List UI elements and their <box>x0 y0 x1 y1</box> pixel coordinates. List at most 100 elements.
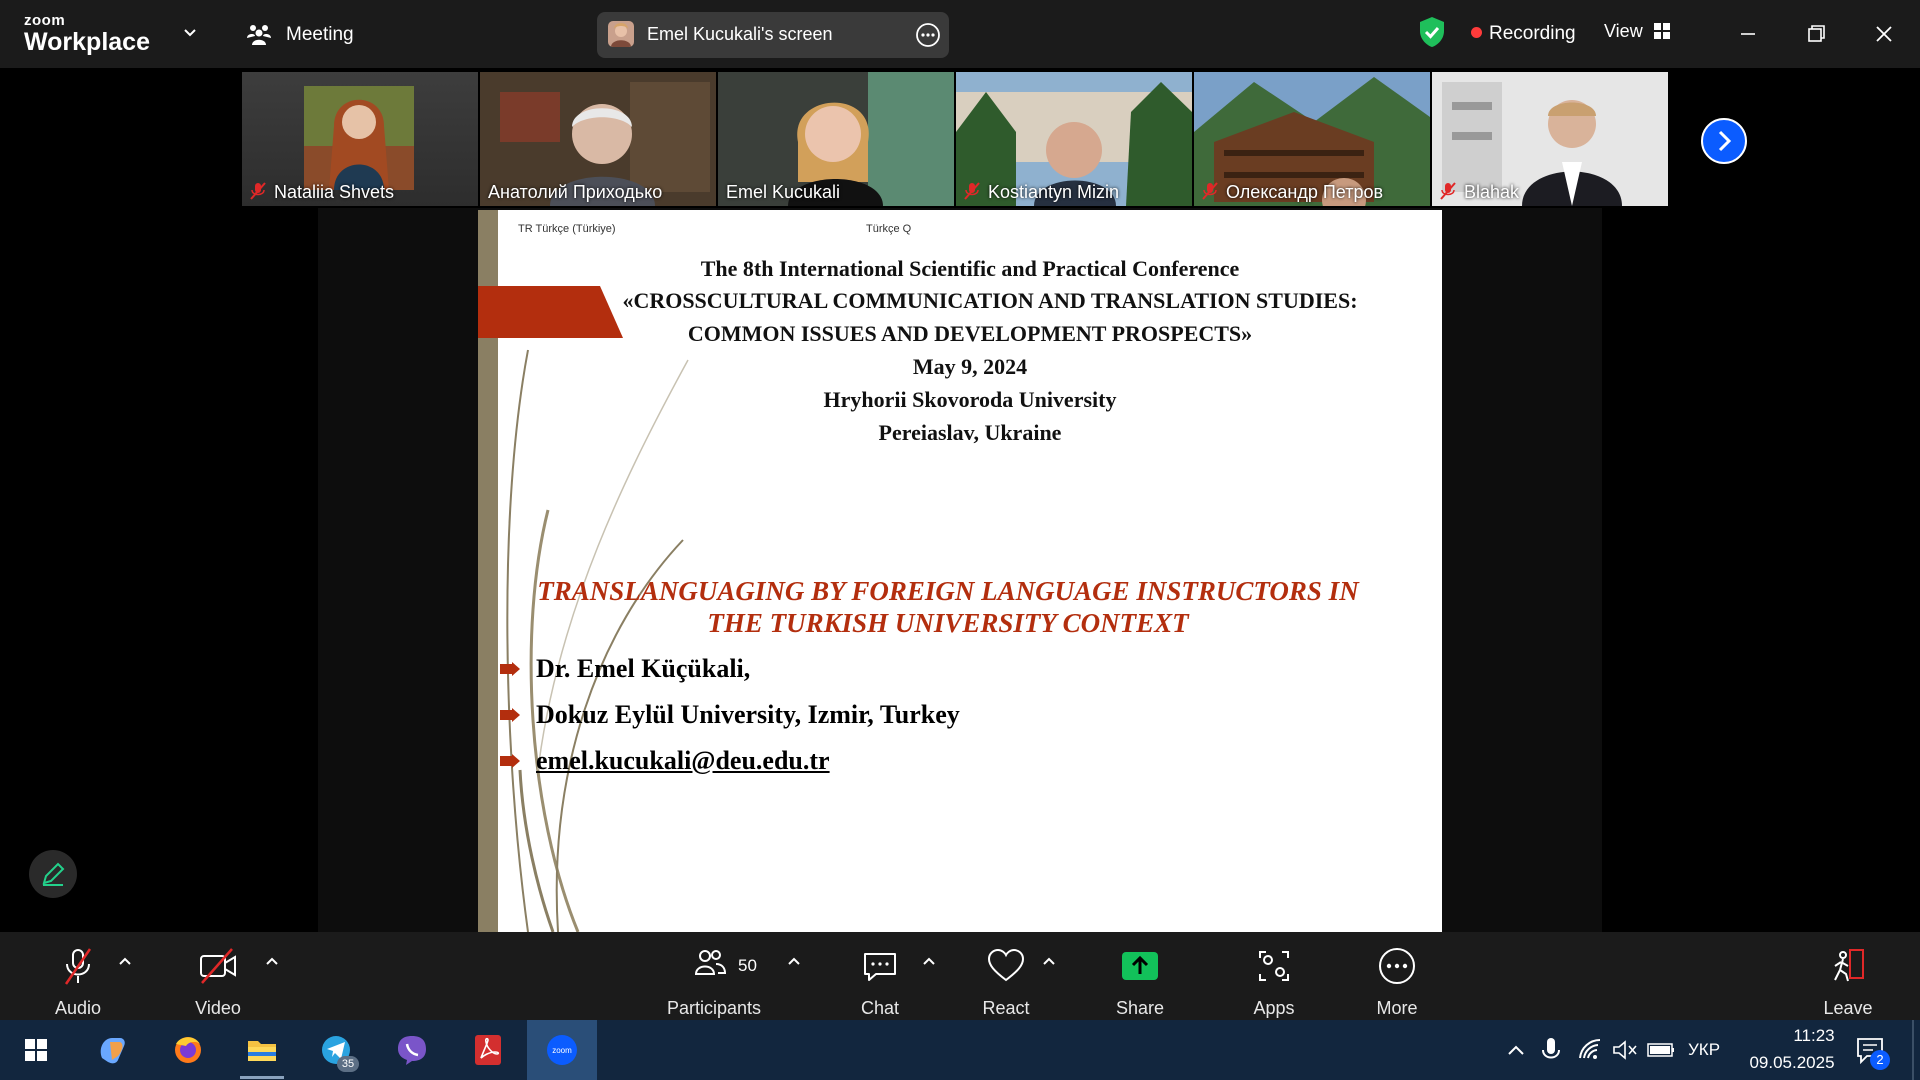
more-dots-icon <box>1379 948 1415 984</box>
leave-icon <box>1834 949 1864 982</box>
next-page-button[interactable] <box>1701 118 1747 164</box>
apps-button[interactable]: Apps <box>1234 940 1314 1018</box>
chevron-up-icon[interactable] <box>922 956 936 966</box>
workplace-logo: Workplace <box>24 28 150 56</box>
slide-line: The 8th International Scientific and Pra… <box>700 256 1240 281</box>
heart-icon <box>987 948 1025 982</box>
minimize-icon[interactable] <box>1730 16 1766 52</box>
view-menu-label[interactable]: View <box>1604 21 1643 42</box>
chat-label: Chat <box>860 998 900 1018</box>
bullet-arrow-icon <box>500 662 520 676</box>
chevron-down-icon[interactable] <box>182 24 198 40</box>
leave-button[interactable]: Leave <box>1808 940 1888 1018</box>
meeting-toolbar <box>0 932 1920 1020</box>
react-label: React <box>982 998 1030 1018</box>
wifi-icon[interactable] <box>1578 1038 1604 1062</box>
participant-name: Анатолий Приходько <box>488 182 663 202</box>
chat-icon <box>864 953 896 981</box>
participant-tile[interactable]: Анатолий Приходько <box>480 72 716 206</box>
participant-tile-active-speaker[interactable]: Emel Kucukali <box>718 72 954 206</box>
recording-status[interactable]: Recording <box>1489 23 1576 45</box>
participant-name: Олександр Петров <box>1226 182 1384 202</box>
zoom-app-icon[interactable]: zoom <box>540 1028 584 1072</box>
keyboard-language[interactable]: УКР <box>1688 1040 1720 1060</box>
keyboard-language-indicator: TR Türkçe (Türkiye) <box>518 223 616 235</box>
avatar <box>608 21 634 47</box>
slide-line: Pereiaslav, Ukraine <box>878 420 1062 445</box>
viber-icon[interactable] <box>390 1028 434 1072</box>
leave-label: Leave <box>1823 998 1873 1018</box>
close-icon[interactable] <box>1866 16 1902 52</box>
meeting-menu-label[interactable]: Meeting <box>286 24 354 46</box>
chevron-right-icon <box>1718 130 1732 152</box>
more-label: More <box>1376 998 1418 1018</box>
battery-icon[interactable] <box>1646 1040 1676 1060</box>
participant-name: Blahak <box>1464 182 1520 202</box>
chevron-up-icon[interactable] <box>265 956 279 966</box>
participants-label: Participants <box>666 998 762 1018</box>
share-button[interactable]: Share <box>1100 940 1180 1018</box>
video-off-icon <box>200 948 236 984</box>
participant-tile[interactable]: Kostiantyn Mizin <box>956 72 1192 206</box>
slide-date: May 9, 2024 <box>912 354 1028 379</box>
restore-icon[interactable] <box>1798 16 1834 52</box>
apps-label: Apps <box>1253 998 1295 1018</box>
participant-name: Kostiantyn Mizin <box>988 182 1120 202</box>
participant-tile[interactable]: Олександр Петров <box>1194 72 1430 206</box>
email-link: emel.kucukali@deu.edu.tr <box>536 746 830 775</box>
participant-name: Nataliia Shvets <box>274 182 395 202</box>
more-options-icon[interactable] <box>915 22 941 48</box>
react-button[interactable]: React <box>966 940 1046 1018</box>
slide-decoration <box>478 286 689 932</box>
slide-bullet: Dr. Emel Küçükali, <box>536 654 751 683</box>
show-desktop-button[interactable] <box>1912 1020 1914 1080</box>
chat-button[interactable]: Chat <box>840 940 920 1018</box>
speaker-muted-icon[interactable] <box>1612 1038 1638 1062</box>
recording-dot-icon <box>1471 27 1482 38</box>
screen-share-label: Emel Kucukali's screen <box>647 24 833 44</box>
copilot-icon[interactable] <box>90 1028 134 1072</box>
participant-tile[interactable]: Nataliia Shvets <box>242 72 478 206</box>
participants-icon <box>694 950 726 975</box>
annotate-button[interactable] <box>29 850 77 898</box>
chevron-up-icon[interactable] <box>1042 956 1056 966</box>
bullet-arrow-icon <box>500 754 520 768</box>
firefox-icon[interactable] <box>166 1028 210 1072</box>
audio-label: Audio <box>54 998 102 1018</box>
chevron-up-icon[interactable] <box>118 956 132 966</box>
talk-title: TRANSLANGUAGING BY FOREIGN LANGUAGE INST… <box>537 576 1359 606</box>
slide-line: «CROSSCULTURAL COMMUNICATION AND TRANSLA… <box>622 288 1358 313</box>
notification-badge: 2 <box>1870 1050 1890 1070</box>
grid-view-icon[interactable] <box>1653 22 1671 40</box>
file-explorer-icon[interactable] <box>240 1028 284 1072</box>
audio-button[interactable]: Audio <box>38 940 118 1018</box>
security-shield-icon[interactable] <box>1418 16 1446 48</box>
talk-title: THE TURKISH UNIVERSITY CONTEXT <box>707 608 1189 638</box>
participant-tile[interactable]: Blahak <box>1432 72 1668 206</box>
participant-name: Emel Kucukali <box>726 182 841 202</box>
clock-date[interactable]: 09.05.2025 <box>1742 1053 1842 1073</box>
slide-line: Hryhorii Skovoroda University <box>823 387 1117 412</box>
chevron-up-icon[interactable] <box>1504 1040 1528 1060</box>
share-label: Share <box>1115 998 1165 1018</box>
share-arrow-icon <box>1122 952 1158 980</box>
chevron-up-icon[interactable] <box>787 956 801 966</box>
muted-mic-icon <box>64 948 92 985</box>
more-button[interactable]: More <box>1357 940 1437 1018</box>
slide-bullet: Dokuz Eylül University, Izmir, Turkey <box>536 700 960 729</box>
pdf-reader-icon[interactable] <box>466 1028 510 1072</box>
microphone-icon[interactable] <box>1540 1036 1562 1064</box>
telegram-badge: 35 <box>337 1056 359 1072</box>
participants-button[interactable]: 50 Participants <box>658 940 770 1018</box>
bullet-arrow-icon <box>500 708 520 722</box>
running-indicator <box>240 1076 284 1079</box>
svg-text:zoom: zoom <box>552 1046 572 1055</box>
keyboard-language-indicator: Türkçe Q <box>866 223 912 235</box>
windows-start-icon[interactable] <box>14 1028 58 1072</box>
video-label: Video <box>195 998 241 1018</box>
zoom-logo-small: zoom <box>24 12 66 29</box>
clock-time[interactable]: 11:23 <box>1764 1026 1864 1046</box>
slide-line: COMMON ISSUES AND DEVELOPMENT PROSPECTS» <box>687 321 1253 346</box>
meeting-icon[interactable] <box>246 22 272 46</box>
video-button[interactable]: Video <box>178 940 258 1018</box>
